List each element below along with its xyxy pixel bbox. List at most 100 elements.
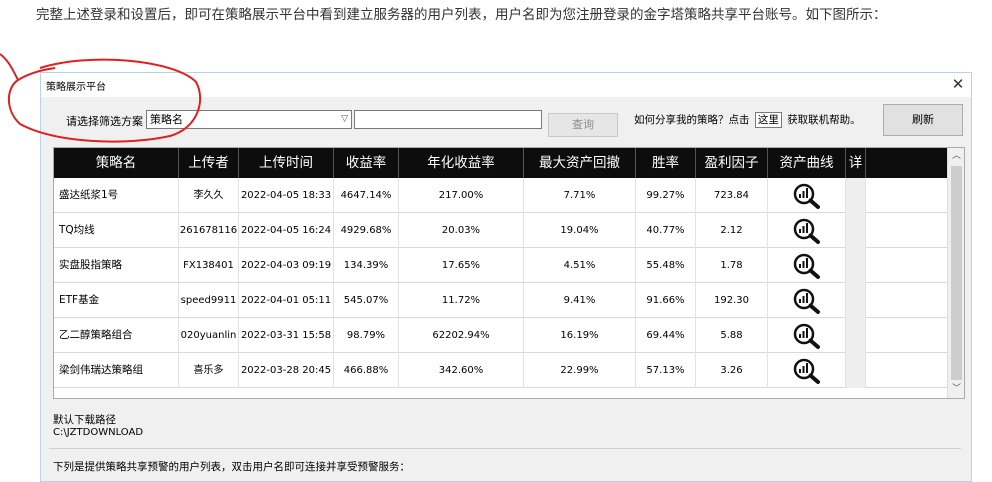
download-path-label: 默认下载路径 [53, 414, 116, 426]
refresh-button[interactable]: 刷新 [883, 104, 963, 136]
table-cell: 261678116 [179, 213, 239, 248]
column-header[interactable]: 上传者 [179, 148, 239, 178]
scroll-down-icon[interactable]: ﹀ [948, 381, 964, 398]
red-annotation-stroke [0, 53, 19, 81]
help-suffix: 获取联机帮助。 [787, 114, 861, 126]
table-cell: 2022-03-28 20:45 [239, 353, 334, 388]
chevron-down-icon: ▽ [341, 114, 348, 124]
magnifier-chart-icon[interactable] [768, 178, 846, 213]
scroll-up-icon[interactable]: ︿ [948, 148, 964, 165]
details-cell[interactable] [846, 353, 866, 388]
search-input[interactable] [354, 110, 542, 129]
table-cell: 22.99% [524, 353, 636, 388]
help-link[interactable]: 这里 [754, 112, 782, 128]
table-cell: 2022-04-03 09:19 [239, 248, 334, 283]
column-header[interactable]: 资产曲线 [768, 148, 846, 178]
article-paragraph: 完整上述登录和设置后，即可在策略展示平台中看到建立服务器的用户列表，用户名即为您… [36, 7, 887, 23]
table-row[interactable]: 乙二醇策略组合 020yuanlin 2022-03-31 15:58 98.79% 6… [54, 318, 954, 353]
table-cell: 19.04% [524, 213, 636, 248]
details-cell[interactable] [846, 213, 866, 248]
table-cell: 喜乐多 [179, 353, 239, 388]
table-cell: 217.00% [399, 178, 524, 213]
divider [49, 448, 961, 449]
column-header[interactable]: 上传时间 [239, 148, 334, 178]
table-cell: 57.13% [636, 353, 696, 388]
details-cell[interactable] [846, 178, 866, 213]
table-cell: 466.88% [334, 353, 399, 388]
table-cell: 17.65% [399, 248, 524, 283]
table-cell: 40.77% [636, 213, 696, 248]
close-icon[interactable]: ✕ [949, 75, 967, 93]
table-cell: 69.44% [636, 318, 696, 353]
table-header: 策略名 上传者 上传时间 收益率 年化收益率 最大资产回撤 胜率 盈利因子 资产曲线详 [54, 148, 954, 178]
table-cell: ETF基金 [54, 283, 179, 318]
table-cell: 62202.94% [399, 318, 524, 353]
details-cell[interactable] [846, 248, 866, 283]
table-cell: 4.51% [524, 248, 636, 283]
table-cell: 55.48% [636, 248, 696, 283]
table-cell: 11.72% [399, 283, 524, 318]
table-cell: 192.30 [696, 283, 768, 318]
table-cell: 1.78 [696, 248, 768, 283]
magnifier-chart-icon[interactable] [768, 248, 846, 283]
table-body: 盛达纸浆1号 李久久 2022-04-05 18:33 4647.14% 217.00%… [54, 178, 954, 388]
table-cell: 20.03% [399, 213, 524, 248]
table-row[interactable]: 实盘股指策略 FX138401 2022-04-03 09:19 134.39% 17.… [54, 248, 954, 283]
table-cell: 4647.14% [334, 178, 399, 213]
magnifier-chart-icon[interactable] [768, 318, 846, 353]
table-cell: 乙二醇策略组合 [54, 318, 179, 353]
table-cell: TQ均线 [54, 213, 179, 248]
table-cell: FX138401 [179, 248, 239, 283]
table-cell: 李久久 [179, 178, 239, 213]
column-header[interactable]: 收益率 [334, 148, 399, 178]
table-cell: 545.07% [334, 283, 399, 318]
table-cell: speed9911 [179, 283, 239, 318]
magnifier-chart-icon[interactable] [768, 213, 846, 248]
table-cell: 实盘股指策略 [54, 248, 179, 283]
table-cell: 134.39% [334, 248, 399, 283]
table-cell: 4929.68% [334, 213, 399, 248]
query-button[interactable]: 查询 [548, 113, 618, 137]
column-header[interactable]: 盈利因子 [696, 148, 768, 178]
column-header[interactable]: 策略名 [54, 148, 179, 178]
scroll-thumb[interactable] [951, 166, 962, 380]
table-cell: 梁剑伟瑞达策略组 [54, 353, 179, 388]
column-header[interactable]: 年化收益率 [399, 148, 524, 178]
column-header[interactable]: 胜率 [636, 148, 696, 178]
magnifier-chart-icon[interactable] [768, 353, 846, 388]
table-cell: 99.27% [636, 178, 696, 213]
filter-select[interactable]: 策略名 ▽ [146, 110, 352, 129]
magnifier-chart-icon[interactable] [768, 283, 846, 318]
table-cell: 2.12 [696, 213, 768, 248]
table-cell: 020yuanlin [179, 318, 239, 353]
table-row[interactable]: 梁剑伟瑞达策略组 喜乐多 2022-03-28 20:45 466.88% 342.60… [54, 353, 954, 388]
details-cell[interactable] [846, 318, 866, 353]
table-cell: 2022-04-05 18:33 [239, 178, 334, 213]
table-cell: 2022-03-31 15:58 [239, 318, 334, 353]
help-text: 如何分享我的策略？点击 这里 获取联机帮助。 [634, 112, 861, 128]
column-header[interactable]: 详 [846, 148, 866, 178]
strategy-platform-window: 策略展示平台 ✕ 请选择筛选方案 策略名 ▽ 查询 如何分享我的策略？点击 这里… [40, 72, 972, 482]
table-cell: 16.19% [524, 318, 636, 353]
table-cell: 5.88 [696, 318, 768, 353]
filter-select-value: 策略名 [150, 113, 183, 126]
column-header[interactable]: 最大资产回撤 [524, 148, 636, 178]
table-row[interactable]: ETF基金 speed9911 2022-04-01 05:11 545.07% 11.… [54, 283, 954, 318]
window-titlebar: 策略展示平台 ✕ [41, 73, 971, 97]
table-cell: 3.26 [696, 353, 768, 388]
table-row[interactable]: TQ均线 261678116 2022-04-05 16:24 4929.68% 20.… [54, 213, 954, 248]
details-cell[interactable] [846, 283, 866, 318]
table-cell: 盛达纸浆1号 [54, 178, 179, 213]
table-cell: 9.41% [524, 283, 636, 318]
table-cell: 2022-04-01 05:11 [239, 283, 334, 318]
window-title: 策略展示平台 [46, 82, 106, 93]
table-cell: 7.71% [524, 178, 636, 213]
vertical-scrollbar[interactable]: ︿ ﹀ [947, 148, 964, 398]
strategy-table: 策略名 上传者 上传时间 收益率 年化收益率 最大资产回撤 胜率 盈利因子 资产曲线详 盛达纸浆… [53, 147, 965, 399]
table-row[interactable]: 盛达纸浆1号 李久久 2022-04-05 18:33 4647.14% 217.00%… [54, 178, 954, 213]
table-cell: 2022-04-05 16:24 [239, 213, 334, 248]
user-list-note: 下列是提供策略共享预警的用户列表，双击用户名即可连接并享受预警服务： [53, 461, 410, 473]
table-cell: 723.84 [696, 178, 768, 213]
help-prefix: 如何分享我的策略？点击 [634, 114, 750, 126]
download-path-value: C:\JZTDOWNLOAD [53, 427, 144, 438]
